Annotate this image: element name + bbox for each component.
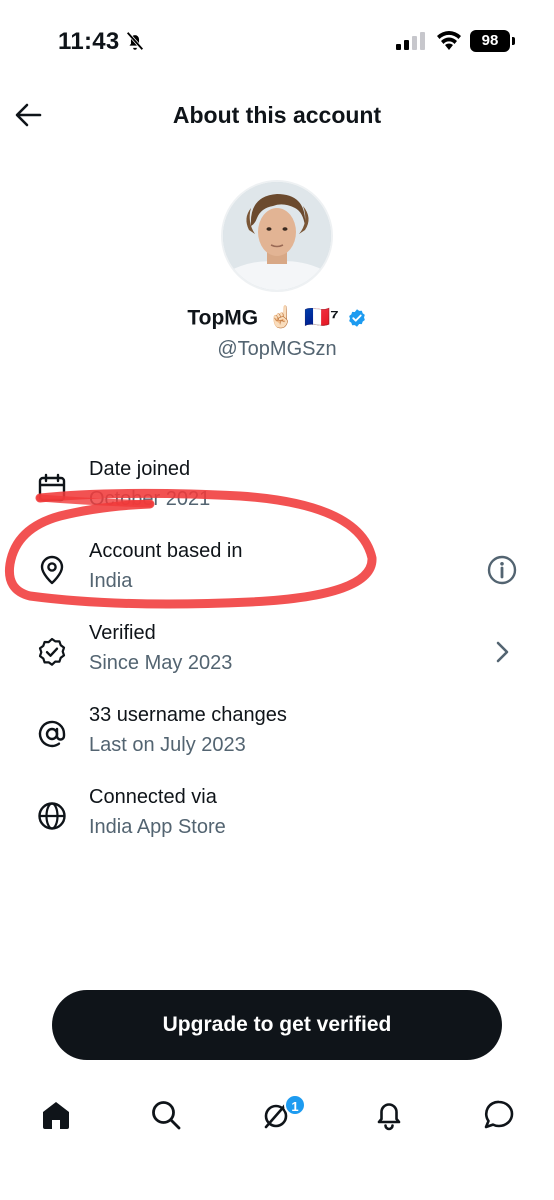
avatar[interactable]	[221, 180, 333, 292]
bottom-tab-bar	[0, 1085, 554, 1155]
at-sign-icon	[38, 720, 66, 748]
row-connected-via: Connected via India App Store	[0, 786, 554, 856]
chevron-right-icon[interactable]	[486, 636, 518, 668]
messages-icon[interactable]	[481, 1097, 517, 1133]
row-date-joined: Date joined October 2021	[0, 458, 554, 528]
row-subtitle: October 2021	[89, 488, 211, 510]
search-icon[interactable]	[148, 1097, 184, 1133]
globe-icon	[38, 802, 66, 830]
france-flag-emoji: 🇫🇷⁷	[303, 306, 339, 330]
page-title: About this account	[172, 102, 382, 128]
battery-icon: 98	[470, 30, 510, 52]
row-title: Date joined	[89, 458, 191, 480]
row-subtitle: India App Store	[89, 816, 226, 838]
signal-icon	[396, 32, 425, 50]
verified-badge-icon	[348, 309, 365, 328]
avatar-photo	[223, 182, 331, 290]
row-title: 33 username changes	[89, 704, 287, 726]
row-account-based-in: Account based in India	[0, 540, 554, 610]
status-bar: 11:43 98	[0, 0, 554, 84]
location-pin-icon	[40, 555, 64, 585]
profile-handle: @TopMGSzn	[217, 338, 337, 360]
wifi-icon	[437, 31, 461, 50]
battery-tip	[512, 37, 515, 45]
row-title: Connected via	[89, 786, 217, 808]
verified-check-icon	[38, 637, 66, 666]
status-time: 11:43	[58, 28, 120, 55]
calendar-icon	[38, 473, 66, 502]
display-name: TopMG	[187, 306, 259, 330]
row-username-changes: 33 username changes Last on July 2023	[0, 704, 554, 774]
nav-header: About this account	[0, 90, 554, 140]
grok-badge: 1	[284, 1094, 306, 1116]
row-subtitle: Last on July 2023	[89, 734, 246, 756]
info-icon[interactable]	[486, 554, 518, 586]
profile-name-row: TopMG ☝🏻 🇫🇷⁷	[0, 306, 554, 330]
row-title: Account based in	[89, 540, 243, 562]
row-subtitle: India	[89, 570, 133, 592]
row-title: Verified	[89, 622, 156, 644]
bell-off-icon	[126, 31, 144, 51]
row-subtitle: Since May 2023	[89, 652, 233, 674]
home-icon[interactable]	[38, 1097, 74, 1133]
pointing-up-emoji: ☝🏻	[267, 306, 295, 330]
notifications-icon[interactable]	[371, 1097, 407, 1133]
row-verified[interactable]: Verified Since May 2023	[0, 622, 554, 692]
upgrade-button[interactable]: Upgrade to get verified	[52, 990, 502, 1060]
